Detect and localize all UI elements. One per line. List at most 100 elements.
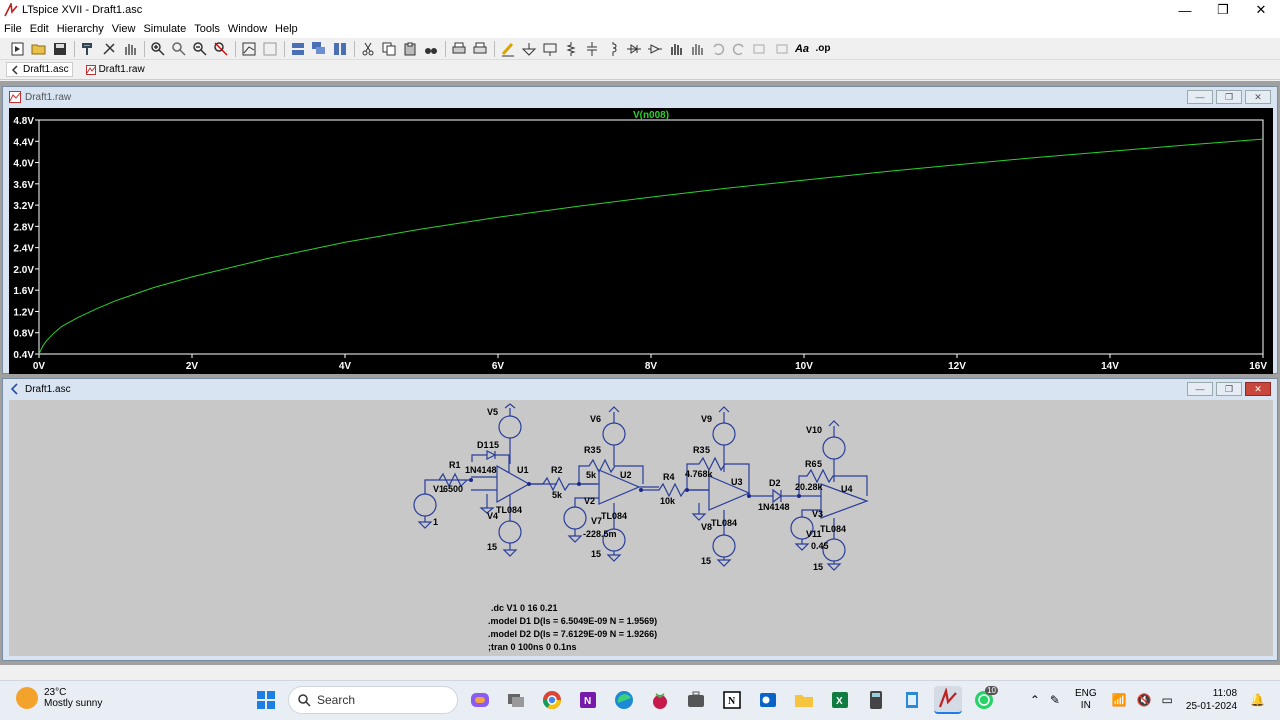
maximize-button[interactable]: ❐ — [1204, 0, 1242, 20]
move-button[interactable] — [666, 39, 686, 59]
clock[interactable]: 11:08 25-01-2024 — [1186, 687, 1237, 713]
chevron-up-icon[interactable]: ⌃ — [1030, 693, 1040, 707]
print-preview-button[interactable] — [470, 39, 490, 59]
zoom-full-button[interactable] — [211, 39, 231, 59]
schematic-canvas[interactable]: V5 D1 15 R1 1N4148 U1 V1 6500 1 V4 TL084… — [9, 400, 1273, 656]
close-button[interactable]: ✕ — [1242, 0, 1280, 20]
label-v9: V9 — [701, 414, 712, 424]
waveform-close-button[interactable]: ✕ — [1245, 90, 1271, 104]
start-button[interactable] — [252, 686, 280, 714]
cursor-button[interactable] — [260, 39, 280, 59]
menu-tools[interactable]: Tools — [194, 23, 220, 35]
y-tick-label: 1.6V — [13, 286, 34, 297]
spice-directive-model-d2[interactable]: .model D2 D(Is = 7.6129E-09 N = 1.9266) — [488, 629, 657, 639]
copilot-button[interactable] — [466, 686, 494, 714]
mirror-button[interactable] — [771, 39, 791, 59]
label-net-button[interactable] — [540, 39, 560, 59]
text-button[interactable]: Aa — [792, 39, 812, 59]
copy-button[interactable] — [379, 39, 399, 59]
ground-button[interactable] — [519, 39, 539, 59]
label-tl2: TL084 — [601, 511, 627, 521]
cascade-button[interactable] — [309, 39, 329, 59]
run-button[interactable] — [99, 39, 119, 59]
spice-directive-dc[interactable]: .dc V1 0 16 0.21 — [491, 603, 558, 613]
taskbar-search[interactable]: Search — [288, 686, 458, 714]
diode-button[interactable] — [624, 39, 644, 59]
language-indicator[interactable]: ENG IN — [1075, 688, 1097, 712]
label-r2-val: 5k — [552, 490, 563, 500]
inductor-button[interactable] — [603, 39, 623, 59]
spice-directive-model-d1[interactable]: .model D1 D(Is = 6.5049E-09 N = 1.9569) — [488, 616, 657, 626]
tile-horizontal-button[interactable] — [288, 39, 308, 59]
menu-view[interactable]: View — [112, 23, 136, 35]
outlook-button[interactable] — [754, 686, 782, 714]
menu-window[interactable]: Window — [228, 23, 267, 35]
schematic-close-button[interactable]: ✕ — [1245, 382, 1271, 396]
resistor-button[interactable] — [561, 39, 581, 59]
raspberry-pi-button[interactable] — [646, 686, 674, 714]
notepad-button[interactable] — [898, 686, 926, 714]
speaker-muted-icon[interactable]: 🔇 — [1137, 693, 1152, 707]
menu-help[interactable]: Help — [275, 23, 298, 35]
capacitor-button[interactable] — [582, 39, 602, 59]
x-tick-label: 12V — [948, 361, 966, 372]
label-v10: V10 — [806, 425, 822, 435]
wifi-icon[interactable]: 📶 — [1112, 693, 1127, 707]
weather-widget[interactable]: 23°C Mostly sunny — [16, 687, 102, 709]
zoom-out-button[interactable] — [190, 39, 210, 59]
onenote-button[interactable]: N — [574, 686, 602, 714]
zoom-in-button[interactable] — [148, 39, 168, 59]
tab-draft1-raw[interactable]: Draft1.raw — [83, 63, 148, 76]
pan-button[interactable] — [169, 39, 189, 59]
chrome-button[interactable] — [538, 686, 566, 714]
task-view-icon — [508, 694, 524, 707]
save-icon — [54, 42, 66, 55]
menu-edit[interactable]: Edit — [30, 23, 49, 35]
new-schematic-button[interactable] — [8, 39, 28, 59]
menu-file[interactable]: File — [4, 23, 22, 35]
tab-draft1-asc[interactable]: Draft1.asc — [6, 62, 73, 77]
control-panel-button[interactable] — [78, 39, 98, 59]
region-code: IN — [1080, 700, 1091, 711]
menu-hierarchy[interactable]: Hierarchy — [57, 23, 104, 35]
rotate-button[interactable] — [750, 39, 770, 59]
open-button[interactable] — [29, 39, 49, 59]
ltspice-taskbar-button[interactable] — [934, 686, 962, 714]
waveform-plot-pane[interactable]: 0.4V 0.8V 1.2V 1.6V 2.0V 2.4V 2.8V 3.2V 3.6V 4.0V… — [9, 108, 1273, 374]
component-button[interactable] — [645, 39, 665, 59]
calculator-button[interactable] — [862, 686, 890, 714]
halt-button[interactable] — [120, 39, 140, 59]
file-explorer-button[interactable] — [790, 686, 818, 714]
tile-vertical-button[interactable] — [330, 39, 350, 59]
cut-button[interactable] — [358, 39, 378, 59]
undo-button[interactable] — [708, 39, 728, 59]
schematic-window-titlebar[interactable]: Draft1.asc — [3, 379, 1277, 399]
file-explorer-pinned-button[interactable] — [682, 686, 710, 714]
notification-bell-icon[interactable]: 🔔 — [1250, 693, 1265, 707]
schematic-minimize-button[interactable]: — — [1187, 382, 1213, 396]
redo-button[interactable] — [729, 39, 749, 59]
spice-directive-button[interactable]: .op — [813, 39, 833, 59]
save-button[interactable] — [50, 39, 70, 59]
task-view-button[interactable] — [502, 686, 530, 714]
menu-simulate[interactable]: Simulate — [143, 23, 186, 35]
waveform-window-titlebar[interactable]: Draft1.raw — [3, 87, 1277, 107]
wire-button[interactable] — [498, 39, 518, 59]
x-tick-label: 8V — [645, 361, 658, 372]
minimize-button[interactable]: — — [1166, 0, 1204, 20]
autorange-button[interactable] — [239, 39, 259, 59]
spice-directive-tran[interactable]: ;tran 0 100ns 0 0.1ns — [488, 642, 577, 652]
find-button[interactable] — [421, 39, 441, 59]
paste-button[interactable] — [400, 39, 420, 59]
pen-menu-icon[interactable]: ✎ — [1050, 693, 1060, 707]
schematic-restore-button[interactable]: ❐ — [1216, 382, 1242, 396]
battery-icon[interactable]: ▭ — [1162, 693, 1173, 707]
waveform-restore-button[interactable]: ❐ — [1216, 90, 1242, 104]
waveform-minimize-button[interactable]: — — [1187, 90, 1213, 104]
drag-button[interactable] — [687, 39, 707, 59]
excel-button[interactable]: X — [826, 686, 854, 714]
print-button[interactable] — [449, 39, 469, 59]
edge-button[interactable] — [610, 686, 638, 714]
whatsapp-button[interactable]: 10 — [970, 686, 998, 714]
notion-button[interactable]: N — [718, 686, 746, 714]
